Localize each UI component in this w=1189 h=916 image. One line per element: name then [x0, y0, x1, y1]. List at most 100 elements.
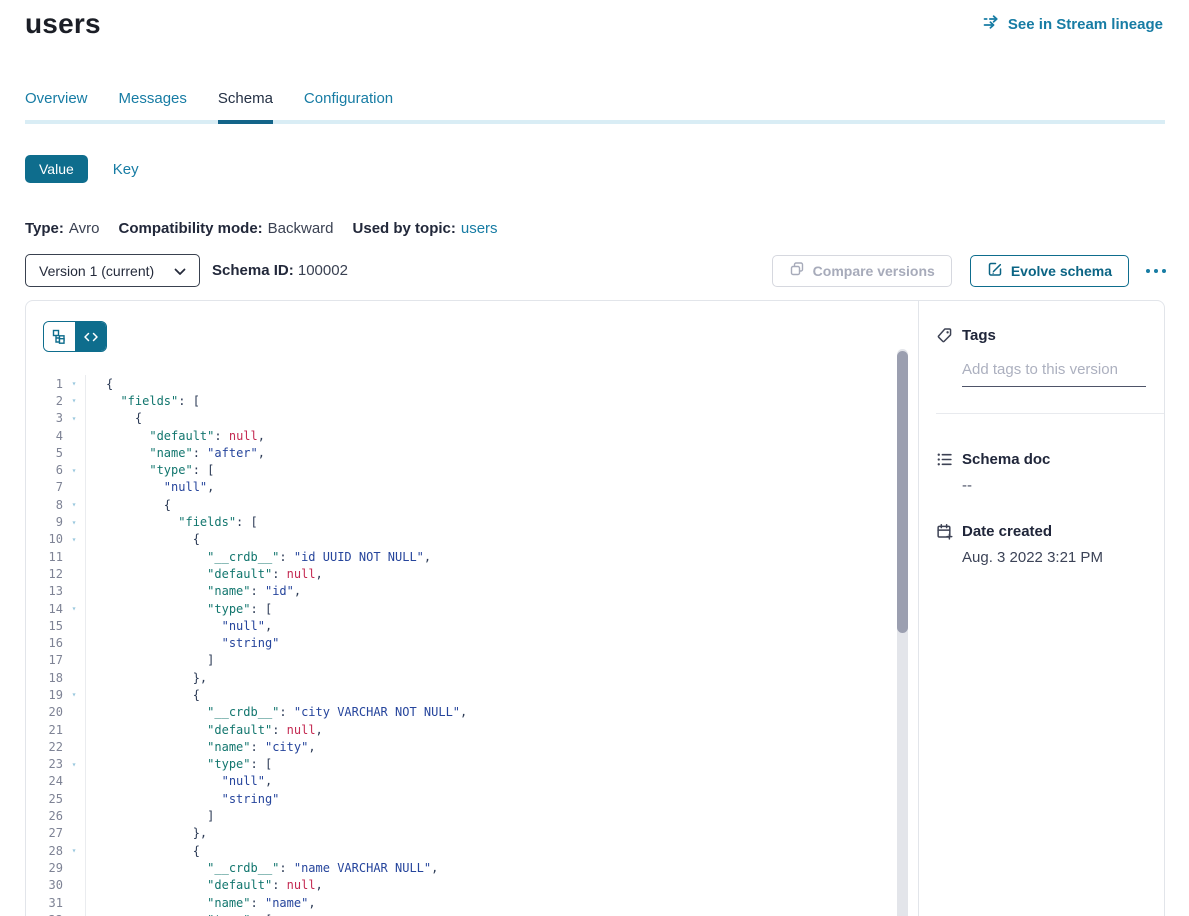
code-line: 24 "null", [26, 773, 918, 790]
code-text: "__crdb__": "name VARCHAR NULL", [85, 861, 438, 875]
code-text: "null", [85, 480, 214, 494]
evolve-schema-label: Evolve schema [1011, 263, 1112, 279]
tab-bar: Overview Messages Schema Configuration [25, 90, 1165, 124]
date-created-value: Aug. 3 2022 3:21 PM [962, 549, 1147, 566]
code-line: 9▾ "fields": [ [26, 513, 918, 530]
line-number: 25 [26, 792, 63, 806]
schema-doc-section-header: Schema doc [936, 451, 1147, 468]
code-text: { [85, 411, 142, 425]
code-text: "default": null, [85, 429, 265, 443]
code-text: }, [85, 826, 207, 840]
fold-toggle-icon[interactable]: ▾ [63, 466, 85, 475]
compatibility-label: Compatibility mode: [118, 220, 262, 237]
fold-toggle-icon[interactable]: ▾ [63, 535, 85, 544]
value-key-toggle: Value Key [25, 155, 139, 183]
list-icon [936, 451, 953, 468]
schema-meta-row: Type: Avro Compatibility mode: Backward … [25, 220, 498, 237]
code-line: 7 "null", [26, 479, 918, 496]
schema-doc-title: Schema doc [962, 451, 1050, 468]
tab-messages[interactable]: Messages [119, 90, 187, 124]
code-text: "default": null, [85, 567, 323, 581]
tab-overview[interactable]: Overview [25, 90, 88, 124]
schema-doc-value: -- [962, 477, 1147, 494]
code-line: 14▾ "type": [ [26, 600, 918, 617]
version-select-value: Version 1 (current) [39, 263, 154, 279]
code-text: "default": null, [85, 723, 323, 737]
compare-versions-button[interactable]: Compare versions [772, 255, 952, 287]
code-line: 13 "name": "id", [26, 583, 918, 600]
line-number: 29 [26, 861, 63, 875]
tab-configuration[interactable]: Configuration [304, 90, 393, 124]
topic-link[interactable]: users [461, 220, 498, 237]
code-line: 22 "name": "city", [26, 738, 918, 755]
fold-toggle-icon[interactable]: ▾ [63, 518, 85, 527]
see-in-stream-lineage-link[interactable]: See in Stream lineage [983, 15, 1163, 33]
line-number: 23 [26, 757, 63, 771]
schema-code-pane: 1▾{2▾ "fields": [3▾ {4 "default": null,5… [26, 301, 919, 916]
type-label: Type: [25, 220, 64, 237]
evolve-schema-button[interactable]: Evolve schema [970, 255, 1129, 287]
line-number: 5 [26, 446, 63, 460]
add-tags-input[interactable] [962, 357, 1146, 387]
fold-toggle-icon[interactable]: ▾ [63, 846, 85, 855]
code-view-button[interactable] [75, 322, 106, 351]
code-text: "fields": [ [85, 394, 200, 408]
fold-toggle-icon[interactable]: ▾ [63, 379, 85, 388]
code-line: 26 ] [26, 807, 918, 824]
value-toggle-button[interactable]: Value [25, 155, 88, 183]
code-line: 12 "default": null, [26, 565, 918, 582]
code-line: 2▾ "fields": [ [26, 392, 918, 409]
code-text: "type": [ [85, 463, 214, 477]
code-line: 17 ] [26, 652, 918, 669]
code-text: { [85, 844, 200, 858]
line-number: 17 [26, 653, 63, 667]
tab-schema[interactable]: Schema [218, 90, 273, 124]
date-created-title: Date created [962, 523, 1052, 540]
code-line: 23▾ "type": [ [26, 756, 918, 773]
line-number: 18 [26, 671, 63, 685]
line-number: 24 [26, 774, 63, 788]
type-value: Avro [69, 220, 100, 237]
code-line: 3▾ { [26, 410, 918, 427]
code-line: 29 "__crdb__": "name VARCHAR NULL", [26, 859, 918, 876]
code-text: "name": "name", [85, 896, 316, 910]
code-text: "string" [85, 792, 279, 806]
line-number: 7 [26, 480, 63, 494]
code-text: "null", [85, 774, 272, 788]
fold-toggle-icon[interactable]: ▾ [63, 760, 85, 769]
tree-view-button[interactable] [44, 322, 75, 351]
fold-toggle-icon[interactable]: ▾ [63, 604, 85, 613]
code-line: 8▾ { [26, 496, 918, 513]
line-number: 1 [26, 377, 63, 391]
fold-toggle-icon[interactable]: ▾ [63, 500, 85, 509]
code-text: "default": null, [85, 878, 323, 892]
line-number: 21 [26, 723, 63, 737]
sidebar-divider [936, 413, 1164, 414]
code-line: 4 "default": null, [26, 427, 918, 444]
fold-toggle-icon[interactable]: ▾ [63, 690, 85, 699]
scrollbar-thumb[interactable] [897, 351, 908, 633]
line-number: 27 [26, 826, 63, 840]
code-text: "name": "after", [85, 446, 265, 460]
line-number: 28 [26, 844, 63, 858]
fold-toggle-icon[interactable]: ▾ [63, 396, 85, 405]
more-options-button[interactable] [1144, 263, 1168, 279]
line-number: 15 [26, 619, 63, 633]
fold-toggle-icon[interactable]: ▾ [63, 414, 85, 423]
version-select[interactable]: Version 1 (current) [25, 254, 200, 287]
code-line: 6▾ "type": [ [26, 461, 918, 478]
code-text: ] [85, 653, 214, 667]
code-text: "null", [85, 619, 272, 633]
code-scrollbar[interactable] [897, 349, 908, 916]
code-line: 19▾ { [26, 686, 918, 703]
code-text: "fields": [ [85, 515, 258, 529]
schema-id-value: 100002 [298, 262, 348, 279]
code-line: 16 "string" [26, 634, 918, 651]
key-toggle-button[interactable]: Key [113, 161, 139, 178]
code-line: 28▾ { [26, 842, 918, 859]
version-bar: Version 1 (current) Schema ID: 100002 Co… [25, 254, 1168, 287]
code-line: 18 }, [26, 669, 918, 686]
code-text: "string" [85, 636, 279, 650]
code-text: { [85, 498, 171, 512]
code-line: 21 "default": null, [26, 721, 918, 738]
